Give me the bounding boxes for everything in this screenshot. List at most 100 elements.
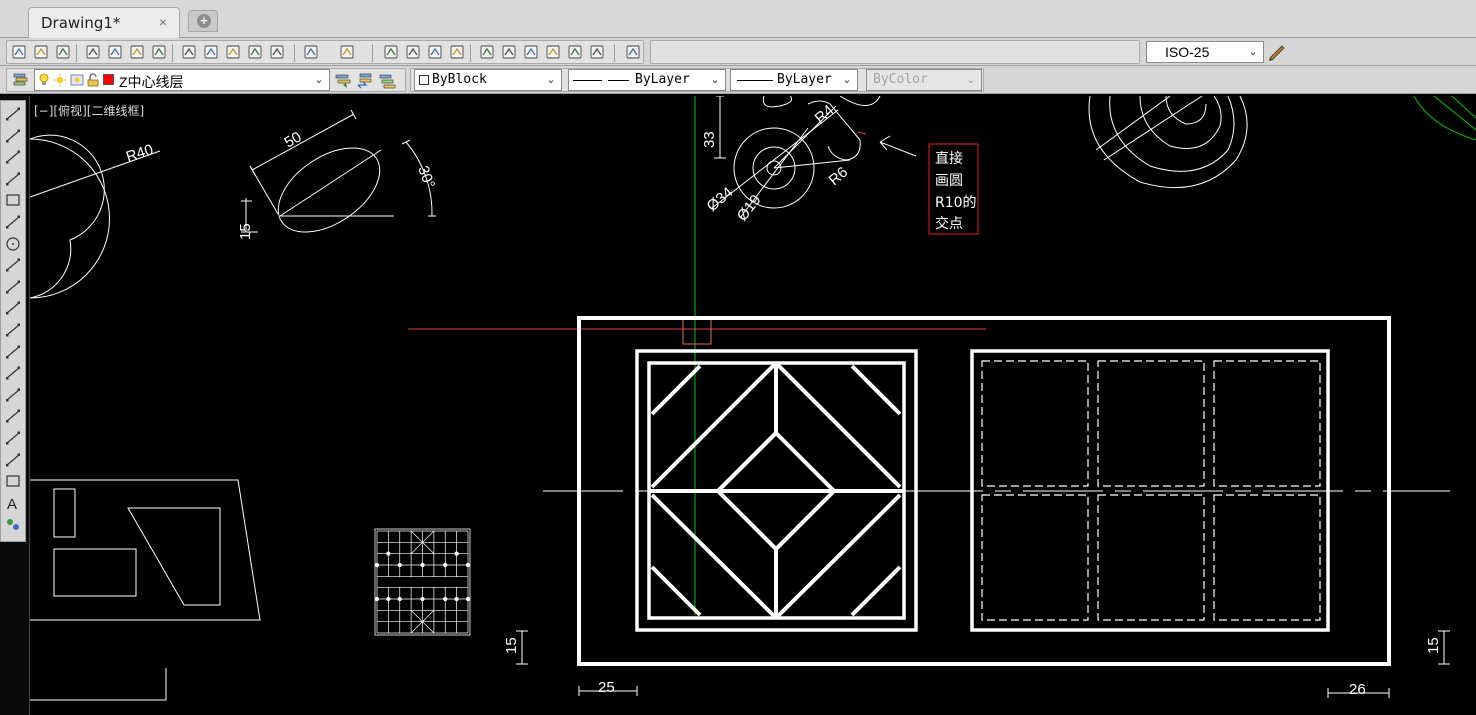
dimstyle-value: ISO-25 — [1165, 44, 1210, 60]
tool-palettes-icon[interactable] — [522, 43, 540, 61]
linetype-preview — [573, 80, 629, 81]
open-file-icon[interactable] — [32, 43, 50, 61]
chess-point-marker — [465, 596, 471, 602]
circle-icon[interactable] — [4, 235, 22, 253]
zoom-window-icon[interactable] — [426, 43, 444, 61]
lightbulb-icon[interactable] — [38, 73, 50, 87]
callout-line1: 直接 — [935, 150, 963, 167]
viewport-controls[interactable]: [−][俯视][二维线框] — [34, 102, 144, 119]
line-icon[interactable] — [4, 105, 22, 123]
rectangle-icon[interactable] — [4, 191, 22, 209]
chevron-down-icon: ⌄ — [1248, 46, 1258, 58]
pan-icon[interactable] — [382, 43, 400, 61]
plot-preview-icon[interactable] — [106, 43, 124, 61]
chevron-down-icon: ⌄ — [314, 74, 324, 86]
paste-icon[interactable] — [224, 43, 242, 61]
revision-cloud-icon[interactable] — [4, 256, 22, 274]
dimension-toolbar — [650, 40, 1140, 64]
dim-30-angle: 30° — [414, 164, 438, 191]
construction-line-icon[interactable] — [4, 127, 22, 145]
chess-point-marker — [465, 562, 471, 568]
sheet-set-icon[interactable] — [544, 43, 562, 61]
zoom-realtime-icon[interactable] — [404, 43, 422, 61]
layer-previous-icon[interactable] — [356, 71, 374, 89]
chess-point-marker — [397, 596, 402, 602]
make-block-icon[interactable] — [4, 364, 22, 382]
undo-icon[interactable] — [302, 43, 320, 61]
ellipse-part[interactable]: 50 15 30° — [237, 109, 438, 249]
callout-line4: 交点 — [935, 215, 963, 232]
linetype-combo[interactable]: ByLayer ⌄ — [568, 69, 726, 91]
dimstyle-combo[interactable]: ISO-25 ⌄ — [1146, 41, 1264, 63]
dim-25: 25 — [598, 679, 615, 696]
cut-icon[interactable] — [180, 43, 198, 61]
match-properties-icon[interactable] — [268, 43, 286, 61]
tab-close-icon[interactable]: × — [159, 14, 167, 30]
chess-point-marker — [374, 596, 380, 602]
save-icon[interactable] — [54, 43, 72, 61]
make-current-layer-icon[interactable] — [334, 71, 352, 89]
spiral-part[interactable] — [1088, 96, 1248, 189]
plotstyle-value: ByColor — [873, 72, 928, 87]
callout-annotation[interactable]: 直接 画圆 R10的 交点 — [879, 135, 979, 235]
publish-icon[interactable] — [128, 43, 146, 61]
paste-block-icon[interactable] — [246, 43, 264, 61]
green-partial-circle[interactable] — [1413, 96, 1476, 141]
dim-26: 26 — [1349, 681, 1366, 698]
calculator-icon[interactable] — [588, 43, 606, 61]
spline-icon[interactable] — [4, 278, 22, 296]
copy-icon[interactable] — [202, 43, 220, 61]
chess-point-marker — [420, 596, 425, 602]
layer-properties-icon[interactable] — [12, 71, 30, 89]
lineweight-combo[interactable]: ByLayer ⌄ — [730, 69, 858, 91]
standard-toolbar-row: ISO-25 ⌄ — [0, 38, 1476, 66]
gradient-icon[interactable] — [4, 429, 22, 447]
color-swatch — [419, 75, 429, 85]
dim-15-ellipse: 15 — [237, 223, 254, 240]
toolbar-separator — [76, 44, 77, 62]
polygon-part[interactable] — [30, 479, 261, 701]
plot-icon[interactable] — [84, 43, 102, 61]
dim-r6: R6 — [826, 164, 852, 189]
model-space[interactable]: R40 50 15 30° 33 R4 R6 Ø34 Ø19 直接 画圆 R10… — [30, 96, 1476, 715]
viewport-freeze-icon[interactable] — [70, 73, 84, 87]
layer-combo[interactable]: Z中心线层 ⌄ — [34, 69, 330, 91]
dimstyle-manager-icon[interactable] — [1268, 43, 1286, 61]
table-icon[interactable] — [4, 472, 22, 490]
chess-point-marker — [454, 551, 459, 556]
3d-dwf-icon[interactable] — [150, 43, 168, 61]
help-icon[interactable] — [624, 43, 642, 61]
redo-icon[interactable] — [338, 43, 356, 61]
chess-point-marker — [386, 551, 391, 556]
zoom-previous-icon[interactable] — [448, 43, 466, 61]
polygon-icon[interactable] — [4, 170, 22, 188]
new-file-icon[interactable] — [10, 43, 28, 61]
add-selected-icon[interactable] — [4, 515, 22, 533]
properties-icon[interactable] — [478, 43, 496, 61]
toolbar-separator — [372, 44, 373, 62]
polyline-icon[interactable] — [4, 148, 22, 166]
ellipse-icon[interactable] — [4, 299, 22, 317]
circle-r40[interactable]: R40 — [30, 134, 161, 299]
tab-drawing1[interactable]: Drawing1* × — [28, 7, 180, 38]
unlock-icon[interactable] — [87, 73, 99, 87]
ellipse-arc-icon[interactable] — [4, 321, 22, 339]
arc-icon[interactable] — [4, 213, 22, 231]
color-combo[interactable]: ByBlock ⌄ — [414, 69, 562, 91]
region-icon[interactable] — [4, 451, 22, 469]
toolbar-separator — [614, 44, 615, 62]
insert-block-icon[interactable] — [4, 343, 22, 361]
sun-icon[interactable] — [53, 73, 67, 87]
hatch-icon[interactable] — [4, 407, 22, 425]
drawing-area[interactable]: R40 50 15 30° 33 R4 R6 Ø34 Ø19 直接 画圆 R10… — [30, 96, 1476, 715]
new-tab-button[interactable]: + — [188, 10, 218, 32]
toolbar-separator — [470, 44, 471, 62]
layer-state-icon[interactable] — [378, 71, 396, 89]
text-icon[interactable]: A — [4, 494, 22, 512]
point-icon[interactable] — [4, 386, 22, 404]
mechanical-part[interactable]: 33 R4 R6 Ø34 Ø19 — [701, 96, 881, 224]
layers-properties-toolbar-row: Z中心线层 ⌄ ByBlock ⌄ ByLayer ⌄ ByLayer ⌄ By… — [0, 66, 1476, 94]
autocad-window: Drawing1* × + ISO-25 ⌄ Z中心线层 ⌄ ByBlock ⌄… — [0, 0, 1476, 715]
design-center-icon[interactable] — [500, 43, 518, 61]
markup-icon[interactable] — [566, 43, 584, 61]
